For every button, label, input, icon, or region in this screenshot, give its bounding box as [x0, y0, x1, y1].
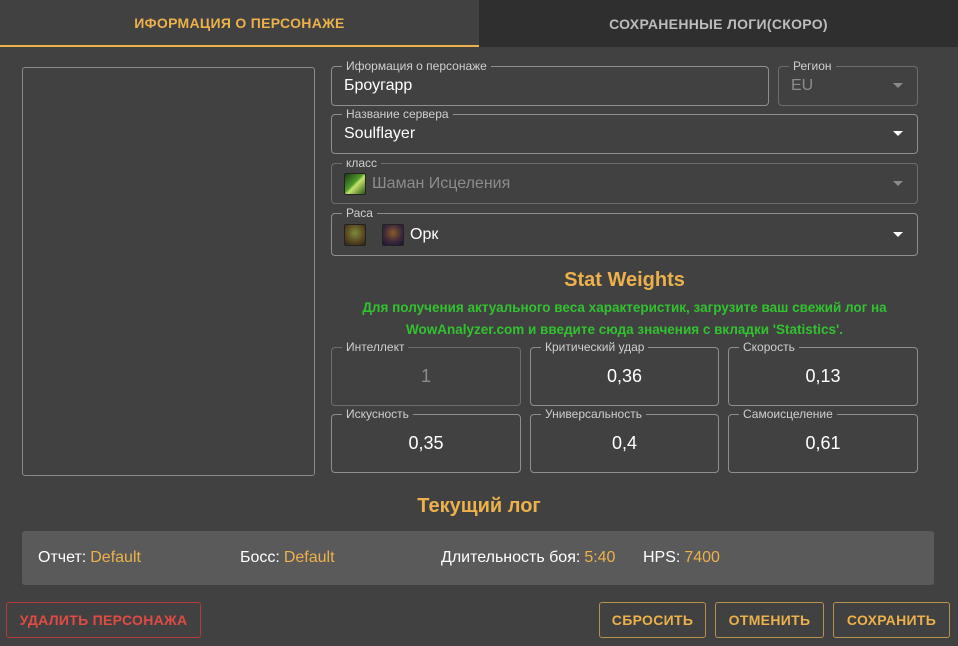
cancel-button[interactable]: ОТМЕНИТЬ: [715, 602, 824, 638]
character-name-value[interactable]: Броугарр: [344, 67, 412, 105]
current-log-title: Текущий лог: [417, 495, 541, 517]
class-value: Шаман Исцеления: [372, 174, 511, 192]
log-duration-label: Длительность боя:: [441, 549, 581, 566]
race-value: Орк: [410, 225, 439, 243]
orc-female-icon[interactable]: [382, 223, 404, 246]
log-duration-value: 5:40: [584, 549, 616, 566]
log-hps-value: 7400: [684, 549, 720, 566]
stat-crit-value[interactable]: 0,36: [531, 348, 718, 405]
log-hps-label: HPS:: [643, 549, 681, 566]
chevron-down-icon: [893, 180, 903, 186]
character-name-field[interactable]: Иформация о персонаже Броугарр: [331, 59, 769, 106]
current-log-bar: Отчет: Default Босс: Default Длительност…: [22, 531, 934, 585]
stat-crit-field[interactable]: Критический удар 0,36: [530, 340, 719, 406]
log-hps: HPS: 7400: [643, 531, 720, 585]
class-value-wrap: Шаман Исцеления: [344, 164, 510, 203]
save-button[interactable]: СОХРАНИТЬ: [833, 602, 950, 638]
tab-saved-logs[interactable]: СОХРАНЕННЫЕ ЛОГИ(СКОРО): [479, 0, 958, 47]
tab-bar: ИФОРМАЦИЯ О ПЕРСОНАЖЕ СОХРАНЕННЫЕ ЛОГИ(С…: [0, 0, 958, 47]
race-select[interactable]: Раса Орк: [331, 206, 918, 256]
chevron-down-icon: [893, 231, 903, 237]
log-boss-value: Default: [283, 549, 335, 566]
log-boss: Босс: Default: [240, 531, 335, 585]
stat-weights-title: Stat Weights: [564, 269, 685, 291]
tab-character-info[interactable]: ИФОРМАЦИЯ О ПЕРСОНАЖЕ: [0, 0, 479, 47]
stat-intellect-field[interactable]: Интеллект 1: [331, 340, 521, 406]
stat-intellect-value: 1: [420, 366, 431, 386]
stat-haste-value[interactable]: 0,13: [729, 348, 917, 405]
stat-versatility-field[interactable]: Универсальность 0,4: [530, 407, 719, 473]
region-select[interactable]: Регион EU: [778, 59, 918, 106]
log-report-value: Default: [90, 549, 141, 566]
stat-mastery-value[interactable]: 0,35: [332, 415, 520, 472]
class-select[interactable]: класс Шаман Исцеления: [331, 156, 918, 204]
stat-mastery-field[interactable]: Искусность 0,35: [331, 407, 521, 473]
orc-male-icon[interactable]: [344, 223, 366, 246]
server-select[interactable]: Название сервера Soulflayer: [331, 107, 918, 154]
region-value: EU: [791, 77, 814, 94]
race-value-wrap: Орк: [344, 214, 438, 255]
character-portrait: [22, 67, 315, 476]
reset-button[interactable]: СБРОСИТЬ: [599, 602, 706, 638]
server-value: Soulflayer: [344, 125, 416, 142]
stat-weights-hint-line1: Для получения актуального веса характери…: [362, 300, 887, 315]
chevron-down-icon: [893, 131, 903, 136]
stat-leech-value[interactable]: 0,61: [729, 415, 917, 472]
log-report: Отчет: Default: [38, 531, 141, 585]
shaman-restoration-icon: [344, 172, 366, 195]
stat-leech-field[interactable]: Самоисцеление 0,61: [728, 407, 918, 473]
chevron-down-icon: [893, 83, 903, 88]
log-boss-label: Босс:: [240, 549, 280, 566]
stat-versatility-value[interactable]: 0,4: [531, 415, 718, 472]
log-duration: Длительность боя: 5:40: [441, 531, 615, 585]
stat-weights-hint: Для получения актуального веса характери…: [331, 297, 918, 341]
log-report-label: Отчет:: [38, 549, 87, 566]
stat-weights-hint-line2: WowAnalyzer.com и введите сюда значения …: [405, 322, 844, 337]
stat-haste-field[interactable]: Скорость 0,13: [728, 340, 918, 406]
delete-character-button[interactable]: УДАЛИТЬ ПЕРСОНАЖА: [6, 602, 201, 638]
